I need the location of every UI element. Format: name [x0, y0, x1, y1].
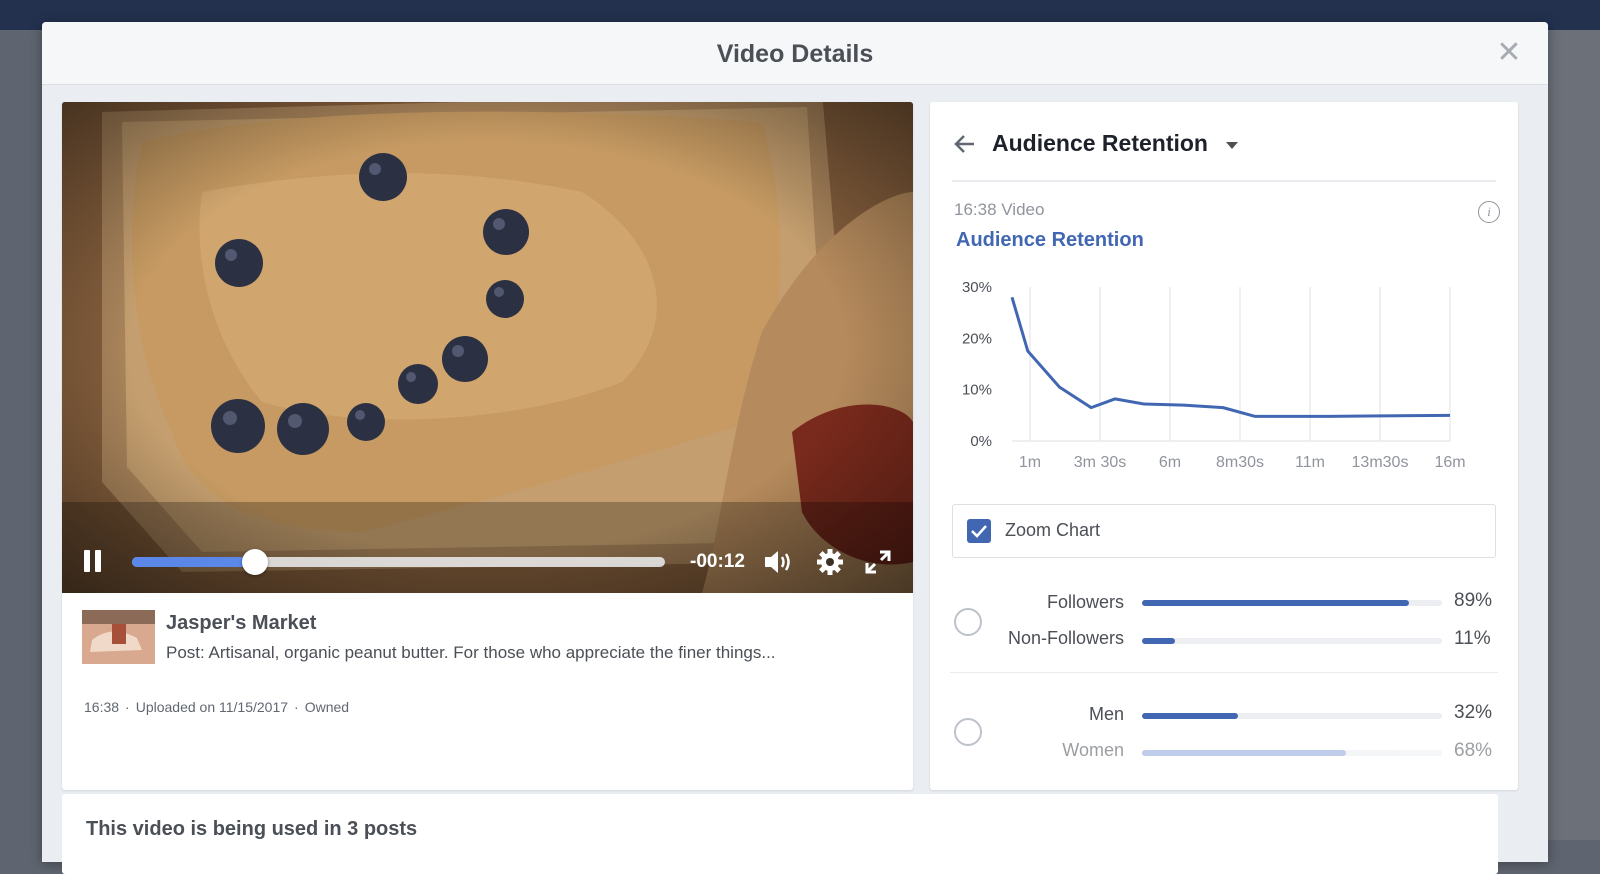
metric-label-men: Men [1088, 704, 1124, 724]
chart-x-tick-label: 6m [1159, 454, 1181, 471]
modal-title: Video Details [716, 40, 874, 68]
chart-y-tick-label: 20% [962, 330, 992, 347]
metric-pct-women: 68% [1454, 740, 1493, 761]
chart-x-tick-label: 13m30s [1352, 454, 1409, 471]
back-arrow-icon[interactable] [952, 132, 978, 156]
chevron-down-icon[interactable] [1226, 142, 1238, 149]
chart-series-line [1010, 296, 1451, 418]
chart-x-tick-label: 1m [1019, 454, 1041, 471]
chart-x-tick-label: 3m 30s [1074, 454, 1126, 471]
metric-label-women: Women [1062, 740, 1124, 760]
player-controls: -00:12 [62, 534, 913, 584]
zoom-checkbox[interactable] [967, 519, 991, 543]
metric-pct-followers: 89% [1454, 590, 1493, 611]
post-text: Post: Artisanal, organic peanut butter. … [166, 643, 776, 662]
metric-pct-men: 32% [1454, 702, 1493, 723]
chart-x-tick-label: 8m30s [1216, 454, 1264, 471]
zoom-chart-toggle[interactable]: Zoom Chart [952, 504, 1496, 558]
chart-x-tick-label: 11m [1295, 454, 1325, 471]
metric-label-followers: Followers [1046, 592, 1124, 612]
metric-bar-men [1142, 713, 1442, 719]
metric-label-non-followers: Non-Followers [1007, 628, 1124, 648]
chart-y-tick-label: 10% [962, 382, 992, 399]
ownership-label: Owned [304, 699, 350, 715]
progress-scrubber[interactable] [241, 549, 268, 575]
gear-icon[interactable] [814, 547, 846, 577]
video-duration: 16:38 [84, 699, 120, 715]
separator-dot: · [294, 699, 299, 715]
video-length: 16:38 Video [954, 200, 1045, 219]
metric-fill-women [1142, 750, 1346, 756]
metric-bar-followers [1142, 600, 1442, 606]
zoom-chart-label: Zoom Chart [1005, 520, 1101, 540]
info-icon[interactable]: i [1478, 201, 1500, 223]
metric-bar-women [1142, 750, 1442, 756]
video-card: -00:12 Jasper's Market Post: Artisanal, … [62, 102, 913, 790]
panel-title: Audience Retention [992, 130, 1208, 156]
metric-fill-men [1142, 713, 1238, 719]
fullscreen-icon[interactable] [862, 547, 894, 577]
video-meta: 16:38 · Uploaded on 11/15/2017 · Owned [84, 699, 349, 715]
posts-usage-text: This video is being used in 3 posts [86, 818, 418, 840]
retention-panel: Audience Retention 16:38 Video i Audienc… [930, 102, 1518, 790]
post-thumbnail[interactable] [82, 610, 155, 664]
page-name[interactable]: Jasper's Market [166, 612, 316, 635]
panel-header: Audience Retention [952, 128, 1496, 182]
retention-chart: 1m 3m 30s 6m 8m30s 11m 13m30s 16m 30% 20% 10% 0% [962, 279, 1466, 471]
chart-y-tick-label: 0% [970, 433, 992, 450]
progress-bar[interactable] [132, 549, 665, 575]
metric-bar-non-followers [1142, 638, 1442, 644]
posts-usage-card: This video is being used in 3 posts [62, 794, 1498, 874]
page-backdrop-side [1548, 30, 1600, 840]
video-player[interactable]: -00:12 [62, 102, 913, 593]
volume-icon[interactable] [762, 547, 794, 577]
metric-pct-non-followers: 11% [1454, 628, 1491, 649]
video-thumbnail-image [62, 102, 913, 593]
chart-y-tick-label: 30% [962, 279, 992, 296]
chart-x-tick-label: 16m [1434, 454, 1465, 471]
close-icon[interactable]: ✕ [1494, 38, 1524, 68]
modal-header: Video Details ✕ [42, 22, 1548, 85]
metric-fill-non-followers [1142, 638, 1175, 644]
time-remaining: -00:12 [690, 551, 745, 572]
upload-date: Uploaded on 11/15/2017 [135, 699, 289, 715]
video-details-modal: Video Details ✕ -00:12 Jasper's Market P… [42, 22, 1548, 874]
divider [950, 672, 1498, 673]
chart-title: Audience Retention [956, 229, 1144, 251]
progress-fill [132, 557, 255, 567]
metric-fill-followers [1142, 600, 1409, 606]
separator-dot: · [125, 699, 130, 715]
pause-icon[interactable] [84, 550, 106, 572]
